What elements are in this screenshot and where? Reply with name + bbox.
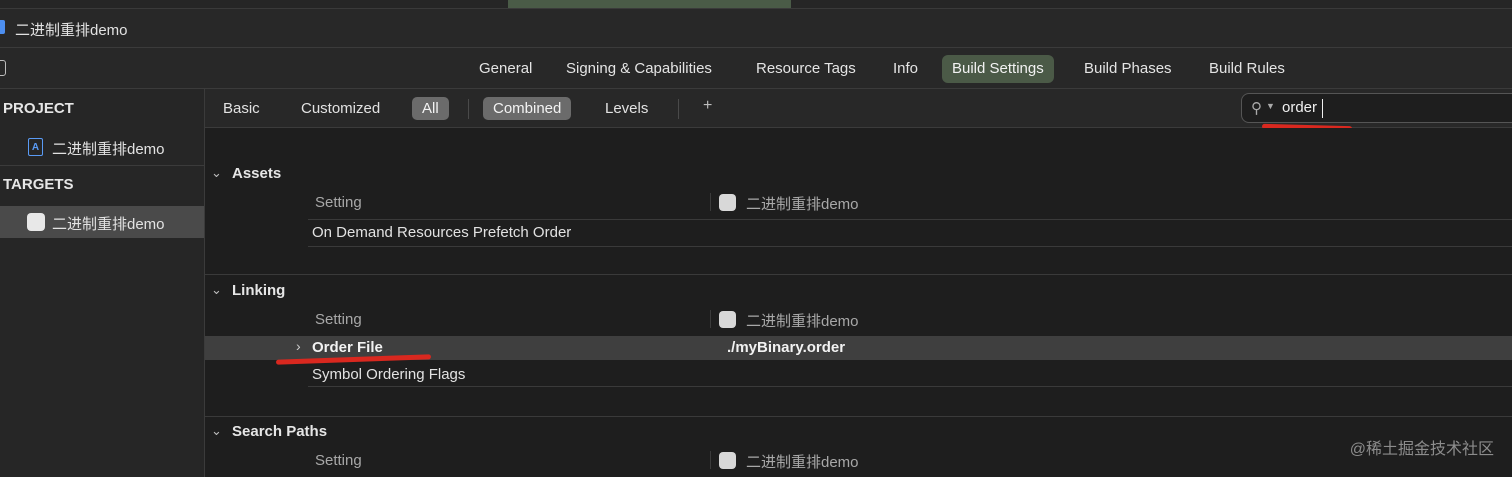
sidebar-item-target[interactable]: 二进制重排demo	[0, 206, 204, 238]
group-title: Assets	[232, 165, 282, 182]
sidebar-item-label: 二进制重排demo	[52, 141, 165, 158]
build-settings-list: ⌄ Assets Setting 二进制重排demo On Demand Res…	[205, 128, 1512, 477]
text-cursor	[1322, 99, 1323, 118]
target-icon	[719, 194, 736, 211]
search-icon: ⚲	[1251, 100, 1262, 117]
top-strip	[0, 0, 1512, 9]
target-column-label: 二进制重排demo	[746, 196, 859, 213]
project-section-header: PROJECT	[3, 100, 74, 117]
filter-customized-button[interactable]: Customized	[291, 97, 390, 120]
group-divider	[205, 416, 1512, 417]
column-divider	[710, 310, 711, 328]
setting-column-header: Setting	[315, 452, 362, 469]
setting-column-header: Setting	[315, 194, 362, 211]
chevron-down-icon: ⌄	[211, 165, 222, 180]
column-divider	[710, 193, 711, 211]
app-target-icon	[27, 213, 45, 231]
target-icon	[719, 452, 736, 469]
target-column-label: 二进制重排demo	[746, 313, 859, 330]
chevron-down-icon: ⌄	[211, 423, 222, 438]
tab-build-rules[interactable]: Build Rules	[1199, 55, 1295, 83]
sidebar-item-project[interactable]: A 二进制重排demo	[0, 131, 204, 163]
setting-row-symbol-ordering-flags[interactable]: Symbol Ordering Flags	[312, 366, 465, 383]
chevron-down-icon: ⌄	[211, 282, 222, 297]
column-divider	[710, 451, 711, 469]
sidebar-item-label: 二进制重排demo	[52, 216, 165, 233]
group-header-search-paths[interactable]: ⌄ Search Paths	[205, 421, 505, 445]
setting-name: Order File	[312, 339, 383, 356]
group-divider	[205, 274, 1512, 275]
project-sidebar: PROJECT A 二进制重排demo TARGETS 二进制重排demo	[0, 89, 205, 477]
breadcrumb-title[interactable]: 二进制重排demo	[15, 19, 128, 40]
setting-value[interactable]: ./myBinary.order	[727, 339, 845, 356]
group-header-assets[interactable]: ⌄ Assets	[205, 163, 505, 187]
tab-info[interactable]: Info	[883, 55, 928, 83]
tab-general[interactable]: General	[469, 55, 542, 83]
tab-resource-tags[interactable]: Resource Tags	[746, 55, 866, 83]
row-divider	[308, 246, 1512, 247]
chevron-down-icon[interactable]: ▼	[1266, 101, 1275, 111]
sidebar-toggle-icon[interactable]	[0, 60, 6, 76]
editor-tab-bar: General Signing & Capabilities Resource …	[0, 48, 1512, 89]
build-settings-filter-bar: Basic Customized All Combined Levels + ⚲…	[205, 89, 1512, 128]
view-combined-button[interactable]: Combined	[483, 97, 572, 120]
search-input[interactable]: order	[1282, 99, 1317, 116]
breadcrumb-bar: 二进制重排demo	[0, 9, 1512, 48]
watermark: @稀土掘金技术社区	[1349, 441, 1494, 458]
targets-section-header: TARGETS	[3, 176, 74, 193]
project-file-icon	[0, 20, 5, 34]
group-title: Search Paths	[232, 423, 328, 440]
filter-divider	[468, 99, 469, 119]
sidebar-divider	[0, 165, 204, 166]
filter-divider	[678, 99, 679, 119]
row-divider	[308, 386, 1512, 387]
group-title: Linking	[232, 282, 286, 299]
tab-build-phases[interactable]: Build Phases	[1074, 55, 1182, 83]
setting-row-on-demand-resources-prefetch-order[interactable]: On Demand Resources Prefetch Order	[312, 224, 571, 241]
search-field[interactable]: ⚲ ▼ order	[1241, 93, 1512, 123]
target-column-label: 二进制重排demo	[746, 454, 859, 471]
top-strip-highlight	[508, 0, 791, 8]
chevron-right-icon[interactable]: ›	[296, 338, 301, 354]
view-levels-button[interactable]: Levels	[595, 97, 658, 120]
target-icon	[719, 311, 736, 328]
tab-signing-capabilities[interactable]: Signing & Capabilities	[556, 55, 722, 83]
filter-all-button[interactable]: All	[412, 97, 449, 120]
tab-build-settings[interactable]: Build Settings	[942, 55, 1054, 83]
add-setting-button[interactable]: +	[703, 97, 712, 115]
filter-basic-button[interactable]: Basic	[213, 97, 270, 120]
xcode-project-icon: A	[28, 138, 43, 156]
group-header-linking[interactable]: ⌄ Linking	[205, 280, 505, 304]
row-divider	[308, 219, 1512, 220]
setting-column-header: Setting	[315, 311, 362, 328]
